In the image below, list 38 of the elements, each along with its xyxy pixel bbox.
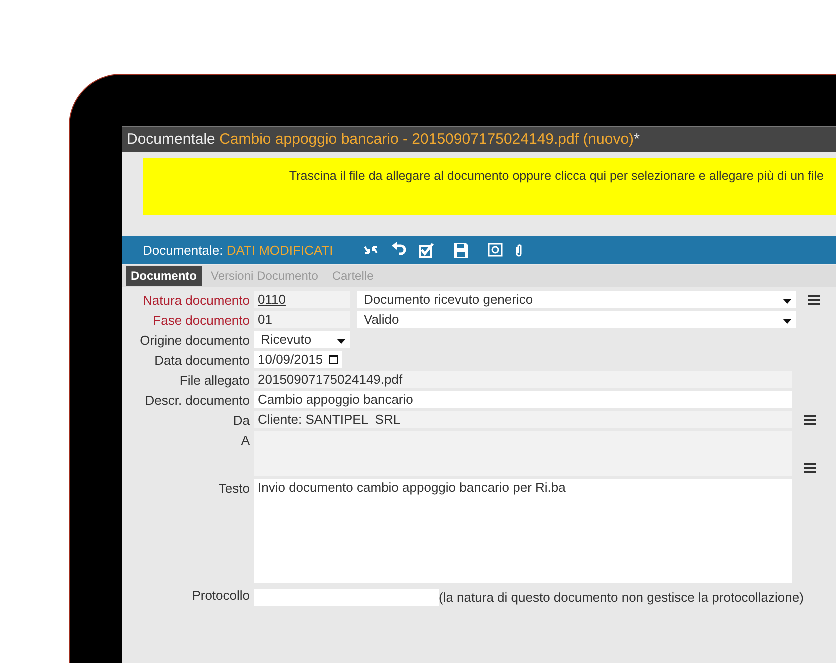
field-label: Origine documento — [139, 332, 250, 348]
checkbox-icon[interactable] — [419, 242, 434, 258]
swap-arrows-icon[interactable] — [363, 243, 380, 257]
field-label: Natura documento — [142, 292, 250, 308]
text-area[interactable]: Invio documento cambio appoggio bancario per Ri.ba — [254, 479, 792, 583]
field-label: Fase documento — [152, 312, 250, 328]
code-link[interactable]: 0110 — [254, 291, 350, 308]
caret-icon — [783, 299, 792, 304]
field-label: Protocollo — [191, 587, 250, 603]
window-title: Documentale Cambio appoggio bancario - 20150907175024149.pdf (nuovo)* — [122, 126, 836, 152]
tab[interactable]: Documento — [126, 266, 202, 286]
select-field[interactable]: Ricevuto — [254, 331, 350, 348]
field-label: File allegato — [178, 372, 250, 388]
menu-icon[interactable] — [804, 415, 816, 425]
date-field[interactable]: 10/09/2015 — [254, 351, 342, 368]
field-label: Descr. documento — [144, 392, 250, 408]
caret-icon — [783, 319, 792, 324]
field-label: A — [240, 432, 250, 448]
caret-icon — [337, 339, 346, 344]
undo-icon[interactable] — [391, 242, 408, 258]
input-field[interactable]: Cambio appoggio bancario — [254, 391, 792, 408]
toolbar-title: Documentale: DATI MODIFICATI — [143, 242, 334, 258]
calendar-icon[interactable] — [329, 355, 338, 364]
input-field[interactable]: Cliente: SANTIPEL SRL — [254, 411, 792, 428]
menu-icon[interactable] — [804, 463, 816, 473]
file-drop-zone[interactable]: Trascina il file da allegare al documento oppure clicca qui per selezionare e allegare più di un file — [143, 158, 836, 215]
input-field[interactable]: 20150907175024149.pdf — [254, 371, 792, 388]
code-link[interactable]: 01 — [254, 311, 350, 328]
save-icon[interactable] — [454, 242, 468, 258]
image-icon[interactable] — [488, 243, 504, 257]
field-label: Da — [232, 412, 250, 428]
paperclip-icon[interactable] — [515, 242, 524, 258]
protocol-note: (la natura di questo documento non gestisce la protocollazione) — [439, 589, 804, 605]
select-field[interactable]: Valido — [357, 311, 796, 328]
field-label: Testo — [218, 480, 250, 496]
menu-icon[interactable] — [808, 295, 820, 305]
select-field[interactable]: Documento ricevuto generico — [357, 291, 796, 308]
field-label: Data documento — [154, 352, 250, 368]
